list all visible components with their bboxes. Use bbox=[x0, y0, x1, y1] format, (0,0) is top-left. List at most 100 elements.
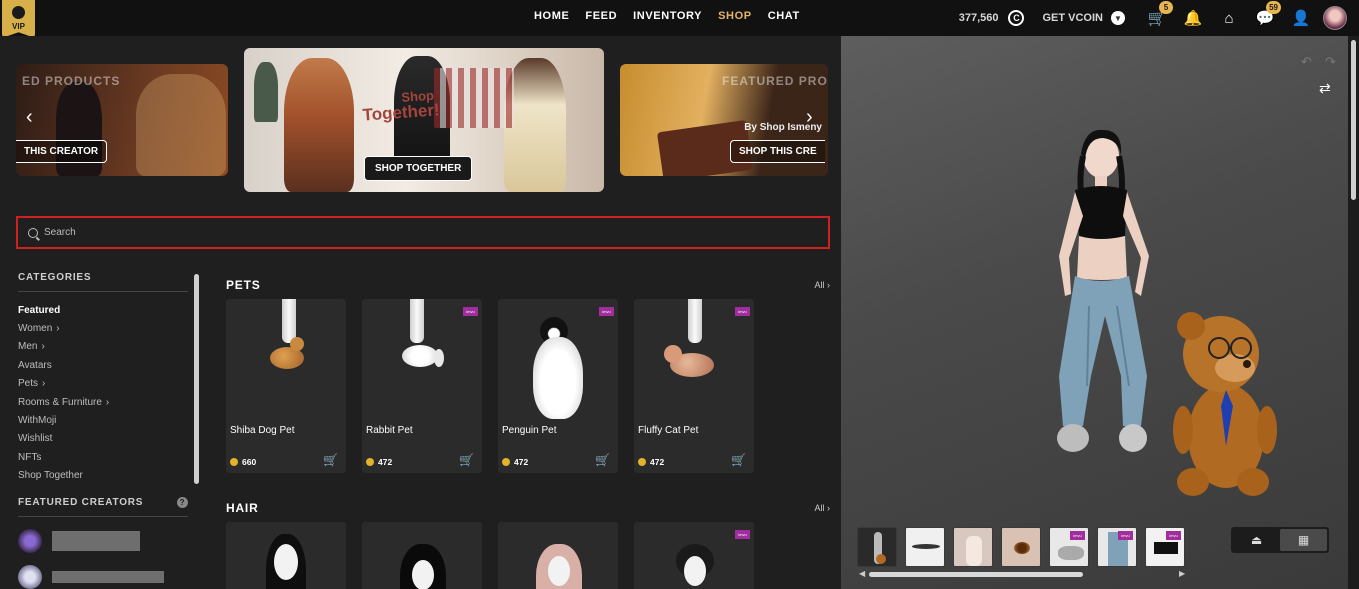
product-image: imvu bbox=[498, 299, 618, 423]
shiba-dog-head bbox=[290, 337, 304, 351]
carousel-next-arrow-icon[interactable]: › bbox=[806, 106, 813, 129]
scroll-left-arrow-icon[interactable]: ◀ bbox=[859, 569, 865, 578]
sidebar-scrollbar[interactable] bbox=[194, 274, 199, 484]
chevron-right-icon: › bbox=[41, 341, 45, 353]
page-scrollbar-thumb[interactable] bbox=[1351, 40, 1356, 200]
vip-label: VIP bbox=[12, 22, 25, 31]
category-item[interactable]: Featured bbox=[18, 301, 188, 319]
carousel-prev-arrow-icon[interactable]: ‹ bbox=[26, 106, 33, 129]
undo-icon[interactable]: ↶ bbox=[1301, 54, 1312, 70]
redo-icon[interactable]: ↷ bbox=[1325, 54, 1336, 70]
help-icon[interactable]: ? bbox=[177, 497, 188, 508]
category-label: Men bbox=[18, 341, 38, 353]
category-label: NFTs bbox=[18, 451, 42, 463]
profile-avatar[interactable] bbox=[1323, 6, 1347, 30]
hair-title: HAIR bbox=[226, 501, 259, 515]
category-item[interactable]: Shop Together bbox=[18, 467, 188, 485]
worn-item-thumb[interactable]: imvu bbox=[1049, 527, 1089, 567]
get-vcoin-link[interactable]: GET VCOIN bbox=[1042, 12, 1103, 24]
product-card-hair[interactable] bbox=[498, 522, 618, 589]
creator-item[interactable] bbox=[18, 565, 188, 589]
hanger-view-icon[interactable]: ⏏ bbox=[1233, 529, 1280, 551]
imvu-tag-icon: imvu bbox=[599, 307, 614, 316]
scroll-right-arrow-icon[interactable]: ▶ bbox=[1179, 569, 1185, 578]
banner-left-title: ED PRODUCTS bbox=[22, 74, 121, 88]
cart-count-badge: 5 bbox=[1159, 1, 1173, 14]
category-item[interactable]: Pets › bbox=[18, 375, 188, 393]
product-card-shiba[interactable]: Shiba Dog Pet 660 🛒 bbox=[226, 299, 346, 473]
hair-all-link[interactable]: All › bbox=[814, 503, 830, 513]
user-toolbar: 377,560 C GET VCOIN ▼ 🛒 5 🔔 ⌂ 💬 59 👤 bbox=[959, 0, 1359, 36]
search-bar[interactable] bbox=[16, 216, 830, 249]
category-label: Women bbox=[18, 323, 53, 335]
banner-featured-right[interactable]: FEATURED PRO By Shop Ismeny SHOP THIS CR… bbox=[620, 64, 828, 176]
worn-items-scrollbar[interactable]: ◀ ▶ bbox=[859, 569, 1185, 578]
vcoin-icon: ▼ bbox=[1111, 11, 1125, 25]
worn-item-thumb[interactable] bbox=[1001, 527, 1041, 567]
shop-together-headline-2: Together! bbox=[361, 100, 441, 125]
nav-shop[interactable]: SHOP bbox=[718, 10, 752, 22]
banner-left-button[interactable]: THIS CREATOR bbox=[16, 140, 108, 163]
category-label: Shop Together bbox=[18, 470, 83, 482]
add-to-cart-icon[interactable]: 🛒 bbox=[323, 453, 338, 467]
home-room-icon[interactable]: ⌂ bbox=[1219, 8, 1239, 28]
featured-creators: FEATURED CREATORS ? bbox=[18, 497, 188, 589]
nav-feed[interactable]: FEED bbox=[585, 10, 617, 22]
category-item[interactable]: Women › bbox=[18, 319, 188, 337]
vip-badge[interactable]: VIP bbox=[2, 0, 35, 38]
worn-item-thumb[interactable] bbox=[905, 527, 945, 567]
product-card-hair[interactable]: imvu bbox=[634, 522, 754, 589]
category-item[interactable]: Wishlist bbox=[18, 430, 188, 448]
add-to-cart-icon[interactable]: 🛒 bbox=[731, 453, 746, 467]
messages-icon[interactable]: 💬 59 bbox=[1255, 1, 1281, 28]
nav-home[interactable]: HOME bbox=[534, 10, 569, 22]
category-item[interactable]: NFTs bbox=[18, 448, 188, 466]
banner-right-title: FEATURED PRO bbox=[722, 74, 828, 88]
category-label: Featured bbox=[18, 304, 61, 316]
banner-featured-left[interactable]: ED PRODUCTS THIS CREATOR ‹ bbox=[16, 64, 228, 176]
product-card-hair[interactable] bbox=[226, 522, 346, 589]
creator-item[interactable] bbox=[18, 529, 188, 553]
cart-icon[interactable]: 🛒 5 bbox=[1147, 1, 1173, 28]
messages-count-badge: 59 bbox=[1266, 1, 1281, 14]
shop-together-button[interactable]: SHOP TOGETHER bbox=[364, 156, 473, 181]
banner-right-button[interactable]: SHOP THIS CRE bbox=[730, 140, 825, 163]
product-name: Penguin Pet bbox=[502, 425, 557, 436]
friends-icon[interactable]: 👤 bbox=[1291, 8, 1311, 28]
scrollbar-thumb[interactable] bbox=[869, 572, 1083, 577]
category-item[interactable]: Men › bbox=[18, 338, 188, 356]
product-card-rabbit[interactable]: imvu Rabbit Pet 472 🛒 bbox=[362, 299, 482, 473]
category-item[interactable]: Avatars bbox=[18, 356, 188, 374]
worn-item-thumb[interactable]: imvu bbox=[1097, 527, 1137, 567]
pets-header: PETS All › bbox=[226, 277, 830, 293]
grid-view-icon[interactable]: ▦ bbox=[1280, 529, 1327, 551]
avatar-model[interactable] bbox=[1029, 126, 1169, 466]
rabbit-head bbox=[434, 349, 444, 367]
banner-shop-together[interactable]: Shop Together! SHOP TOGETHER bbox=[244, 48, 604, 192]
add-to-cart-icon[interactable]: 🛒 bbox=[459, 453, 474, 467]
nav-chat[interactable]: CHAT bbox=[768, 10, 800, 22]
categories-title: CATEGORIES bbox=[18, 272, 188, 292]
category-item[interactable]: WithMoji bbox=[18, 411, 188, 429]
product-price: 472 bbox=[502, 457, 528, 467]
teddy-bear-pet[interactable] bbox=[1171, 306, 1281, 506]
product-card-hair[interactable] bbox=[362, 522, 482, 589]
category-item[interactable]: Rooms & Furniture › bbox=[18, 393, 188, 411]
imvu-tag-icon: imvu bbox=[463, 307, 478, 316]
credits-balance[interactable]: 377,560 bbox=[959, 12, 999, 24]
imvu-tag-icon: imvu bbox=[1070, 531, 1085, 540]
add-to-cart-icon[interactable]: 🛒 bbox=[595, 453, 610, 467]
notifications-icon[interactable]: 🔔 bbox=[1183, 8, 1203, 28]
product-card-cat[interactable]: imvu Fluffy Cat Pet 472 🛒 bbox=[634, 299, 754, 473]
page-scrollbar[interactable] bbox=[1348, 36, 1359, 589]
worn-item-thumb[interactable]: imvu bbox=[1145, 527, 1185, 567]
worn-item-thumb[interactable] bbox=[857, 527, 897, 567]
nav-inventory[interactable]: INVENTORY bbox=[633, 10, 702, 22]
hair-cards: imvu bbox=[226, 522, 830, 589]
search-input[interactable] bbox=[44, 227, 744, 238]
shop-together-headline: Shop Together! bbox=[361, 87, 441, 125]
pets-all-link[interactable]: All › bbox=[814, 280, 830, 290]
worn-item-thumb[interactable] bbox=[953, 527, 993, 567]
swap-outfit-icon[interactable]: ⇄ bbox=[1319, 80, 1337, 98]
product-card-penguin[interactable]: imvu Penguin Pet 472 🛒 bbox=[498, 299, 618, 473]
